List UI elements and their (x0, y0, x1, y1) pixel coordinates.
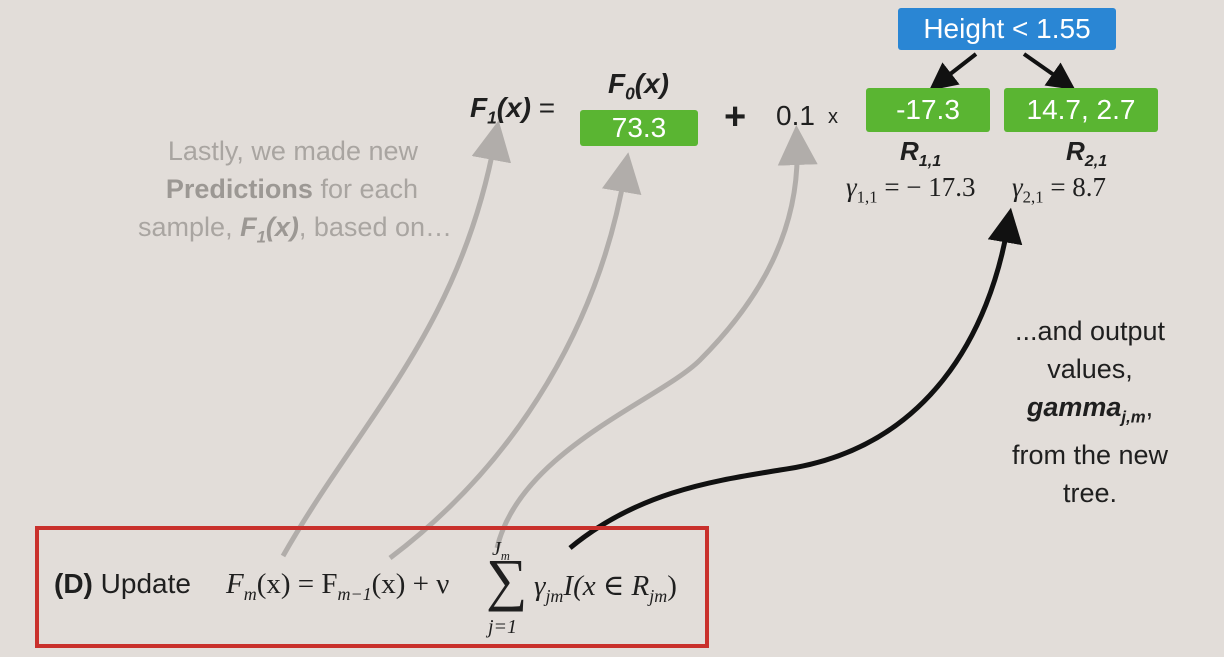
f1-sub: 1 (487, 107, 497, 128)
left-note-line3-post: , based on… (298, 212, 452, 242)
left-note-predictions: Predictions (165, 174, 313, 204)
times-text: x (828, 106, 838, 128)
update-formula-left: Fm(x) = Fm−1(x) + ν (226, 568, 449, 605)
leaf-right-value: 14.7, 2.7 (1026, 94, 1136, 125)
equals-sign: = (538, 92, 556, 123)
leaf-left: -17.3 (866, 88, 990, 132)
formula-r-sub: jm (649, 585, 668, 606)
left-note-line2-rest: for each (312, 174, 418, 204)
arrow-nu-to-rate (494, 125, 818, 549)
region-left-label: R1,1 (900, 136, 941, 171)
formula-gamma-sub: jm (545, 585, 564, 606)
sum-lower-limit: j=1 (488, 616, 517, 639)
tree-root-node: Height < 1.55 (898, 8, 1116, 50)
f0-f: F (608, 68, 626, 99)
tree-branch-left (928, 52, 978, 91)
plus-sign: + (724, 96, 746, 139)
left-note: Lastly, we made new Predictions for each… (60, 132, 452, 256)
plus-text: + (724, 96, 747, 138)
formula-fprev-sub: m−1 (337, 583, 372, 604)
right-note-gamma-sub: j,m (1121, 407, 1146, 427)
update-word: Update (100, 568, 191, 599)
gamma-left-sub: 1,1 (856, 187, 878, 207)
right-note-line5: tree. (1062, 478, 1118, 509)
formula-gamma: γ (534, 570, 546, 602)
left-note-f: F (240, 212, 257, 242)
learning-rate: 0.1 (776, 100, 815, 132)
f1-equation-lhs: F1(x) = (470, 92, 555, 129)
region-left-r: R (900, 136, 919, 166)
times-sign: x (828, 106, 838, 129)
tree-branch-right (1022, 52, 1076, 91)
left-note-line3: sample, F1(x), based on… (60, 208, 452, 256)
formula-fprev-x: (x) + ν (371, 568, 450, 600)
left-note-line1: Lastly, we made new (167, 136, 418, 166)
leaf-right: 14.7, 2.7 (1004, 88, 1158, 132)
f1-x: (x) (496, 92, 531, 123)
gamma-right-symbol: γ (1012, 172, 1023, 202)
region-right-r: R (1066, 136, 1085, 166)
region-left-sub: 1,1 (918, 152, 942, 171)
sigma-text: ∑ (486, 547, 528, 612)
update-formula-right: γjmI(x ∈ Rjm) (534, 568, 677, 607)
sum-symbol: ∑ (486, 550, 527, 610)
gamma-left-symbol: γ (846, 172, 857, 202)
gamma-right: γ2,1 = 8.7 (1012, 172, 1106, 207)
arrow-gamma-to-outputs (568, 207, 1023, 550)
gamma-left: γ1,1 = − 17.3 (846, 172, 976, 207)
left-note-f-sub: 1 (256, 227, 266, 247)
tree-root-label: Height < 1.55 (923, 13, 1091, 44)
f0-value: 73.3 (611, 112, 667, 143)
formula-fm-x: (x) = F (256, 568, 338, 600)
sum-lower-text: j=1 (488, 616, 518, 638)
learning-rate-value: 0.1 (776, 100, 815, 131)
region-right-sub: 2,1 (1084, 152, 1108, 171)
f1-f: F (470, 92, 488, 123)
f0-sub: 0 (625, 83, 635, 104)
right-note-line2: values, (1047, 354, 1133, 384)
right-note-line3: gammaj,m, (980, 388, 1200, 436)
formula-close-paren: ) (667, 570, 677, 602)
f0-label: F0(x) (608, 68, 669, 105)
right-note-gamma: gamma (1026, 392, 1122, 422)
gamma-right-sub: 2,1 (1022, 187, 1044, 207)
formula-fm: F (226, 568, 244, 600)
formula-fm-sub: m (243, 583, 257, 604)
region-right-label: R2,1 (1066, 136, 1107, 171)
right-note-line1: ...and output (1014, 316, 1166, 346)
update-label: (D) Update (54, 568, 191, 600)
right-note-line4: from the new (1011, 440, 1169, 471)
gamma-left-value: = − 17.3 (877, 172, 976, 202)
left-note-line3-pre: sample, (138, 212, 241, 242)
left-note-f-x: (x) (265, 212, 299, 242)
right-note: ...and output values, gammaj,m, from the… (980, 312, 1200, 512)
left-note-line2: Predictions for each (60, 170, 418, 208)
f0-x: (x) (634, 68, 669, 99)
gamma-right-value: = 8.7 (1043, 172, 1107, 202)
leaf-left-value: -17.3 (896, 94, 960, 125)
formula-indicator: I(x ∈ R (563, 570, 650, 602)
update-step-id: (D) (54, 568, 93, 599)
f0-value-box: 73.3 (580, 110, 698, 146)
right-note-comma: , (1145, 392, 1154, 422)
f1-label: F1(x) (470, 92, 531, 128)
